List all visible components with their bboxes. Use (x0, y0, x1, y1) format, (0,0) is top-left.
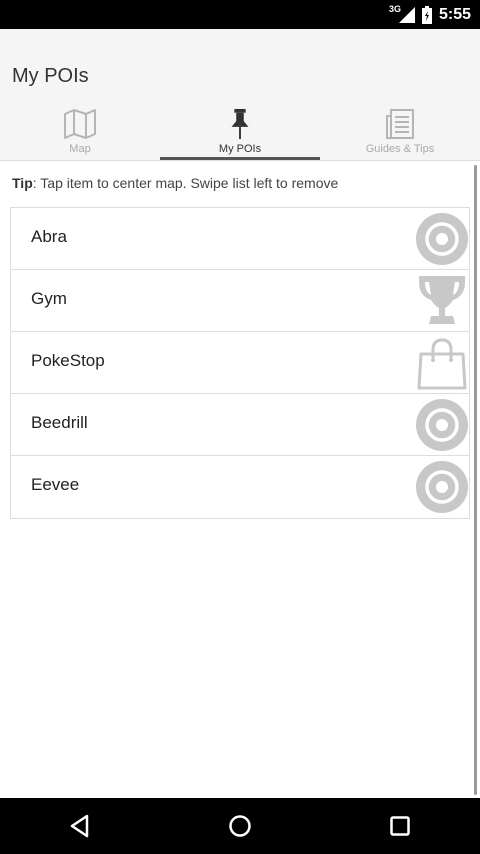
list-item[interactable]: Abra (11, 208, 469, 270)
recents-button[interactable] (355, 798, 445, 854)
tip-text: Tip: Tap item to center map. Swipe list … (12, 175, 338, 191)
trophy-icon (419, 276, 465, 324)
shopping-bag-icon (417, 338, 467, 390)
poi-name: Eevee (31, 475, 80, 494)
poi-content[interactable]: Tip: Tap item to center map. Swipe list … (0, 161, 480, 798)
tab-guides-tips[interactable]: Guides & Tips (320, 102, 480, 160)
poi-name: Gym (31, 289, 67, 308)
tab-map[interactable]: Map (0, 102, 160, 160)
target-icon (416, 399, 468, 451)
tab-label: Map (69, 143, 91, 155)
system-nav-bar (0, 798, 480, 854)
list-item[interactable]: PokeStop (11, 332, 469, 394)
home-button[interactable] (195, 798, 285, 854)
list-item[interactable]: Beedrill (11, 394, 469, 456)
list-item[interactable]: Gym (11, 270, 469, 332)
scrollbar[interactable] (474, 165, 477, 795)
home-icon (229, 815, 251, 837)
tab-label: Guides & Tips (365, 143, 435, 155)
list-item[interactable]: Eevee (11, 456, 469, 518)
poi-name: Beedrill (31, 413, 88, 432)
target-icon (416, 461, 468, 513)
app-header: My POIs Map My POIs Guides & Tips (0, 29, 480, 160)
pin-icon (231, 108, 249, 140)
back-button[interactable] (35, 798, 125, 854)
map-icon (64, 109, 96, 139)
poi-list: Abra Gym PokeStop Beedrill Eevee (10, 207, 470, 519)
poi-name: Abra (31, 227, 67, 246)
document-icon (386, 109, 414, 139)
recents-icon (390, 816, 410, 836)
poi-name: PokeStop (31, 351, 105, 370)
status-bar: 3G 5:55 (0, 0, 480, 29)
clock: 5:55 (438, 5, 471, 23)
tab-label: My POIs (218, 143, 262, 155)
page-title: My POIs (12, 65, 89, 87)
network-type: 3G (388, 3, 401, 14)
tab-my-pois[interactable]: My POIs (160, 102, 320, 160)
back-icon (70, 814, 89, 838)
tip-prefix: Tip (12, 175, 33, 191)
target-icon (416, 213, 468, 265)
tab-bar: Map My POIs Guides & Tips (0, 102, 480, 160)
tip-body: : Tap item to center map. Swipe list lef… (32, 175, 339, 191)
battery-icon (421, 5, 432, 24)
